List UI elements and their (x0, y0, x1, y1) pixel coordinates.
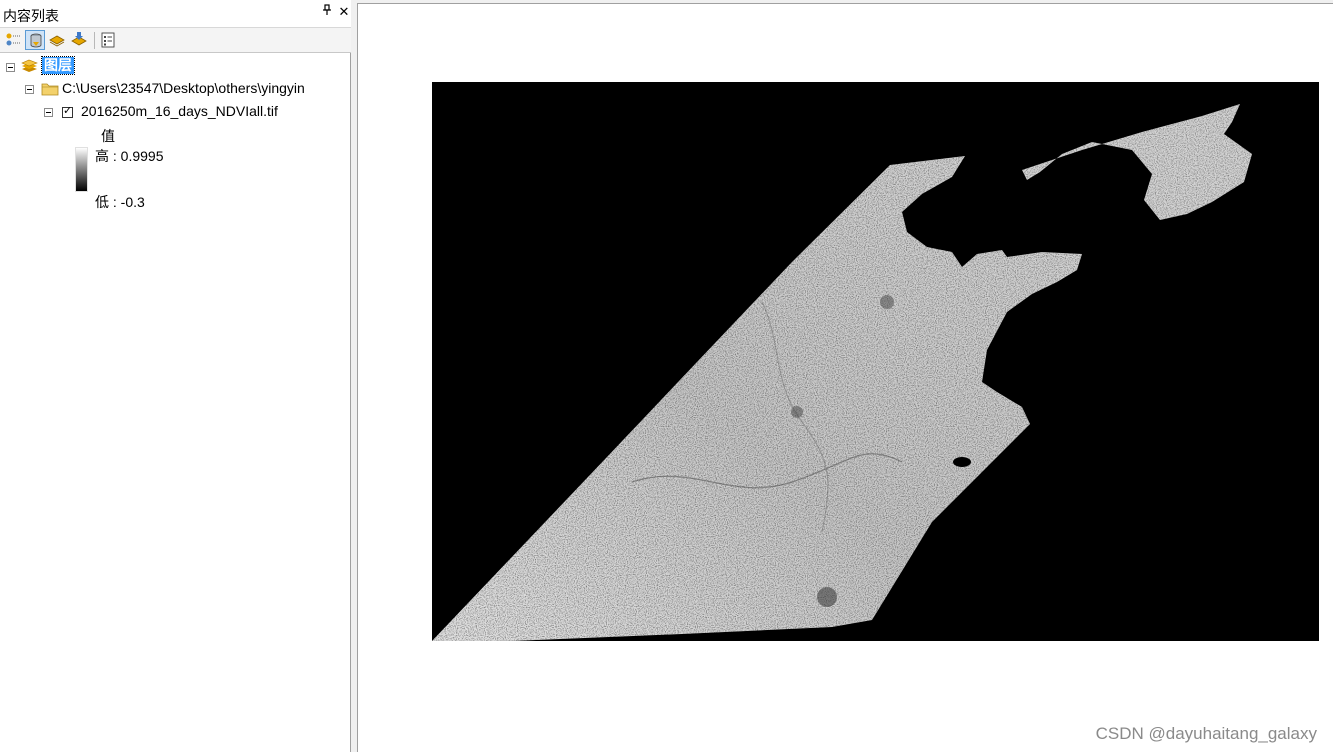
collapse-layer-toggle[interactable] (44, 108, 53, 117)
color-ramp-swatch[interactable] (75, 147, 88, 192)
lake-feature (953, 457, 971, 467)
toolbar-separator (94, 32, 95, 49)
data-frame-label[interactable]: 图层 (41, 56, 75, 75)
list-by-visibility-icon[interactable] (47, 30, 67, 50)
legend-heading: 值 (101, 128, 115, 144)
collapse-folder-toggle[interactable] (25, 85, 34, 94)
list-by-drawing-order-icon[interactable] (3, 30, 23, 50)
check-icon: ✓ (63, 105, 73, 117)
close-icon[interactable]: ✕ (337, 4, 351, 20)
legend-low-label: 低 : -0.3 (95, 194, 145, 210)
panel-title-bar[interactable]: 内容列表 ✕ (0, 0, 351, 27)
panel-title: 内容列表 (3, 8, 59, 24)
pin-icon[interactable] (320, 4, 334, 20)
layer-tree: 图层 C:\Users\23547\Desktop\others\yingyin… (0, 53, 350, 752)
watermark-text: CSDN @dayuhaitang_galaxy (1095, 724, 1317, 743)
list-by-selection-icon[interactable] (69, 30, 89, 50)
toc-toolbar (0, 27, 351, 53)
raster-layer-label[interactable]: 2016250m_16_days_NDVIall.tif (81, 103, 278, 119)
city-cluster (880, 295, 894, 309)
table-of-contents-panel: 内容列表 ✕ 图层 C:\Users\23547\Desktop\others\… (0, 0, 351, 752)
options-icon[interactable] (98, 30, 118, 50)
layers-icon (20, 57, 39, 77)
city-cluster (817, 587, 837, 607)
workspace-path-label[interactable]: C:\Users\23547\Desktop\others\yingyin (62, 80, 305, 96)
list-by-source-icon[interactable] (25, 30, 45, 50)
city-cluster (791, 406, 803, 418)
folder-icon (41, 81, 59, 99)
ndvi-raster-image (432, 82, 1319, 641)
layer-visibility-checkbox[interactable]: ✓ (62, 105, 73, 118)
map-view[interactable]: CSDN @dayuhaitang_galaxy (357, 3, 1333, 752)
collapse-layers-toggle[interactable] (6, 63, 15, 72)
legend-high-label: 高 : 0.9995 (95, 148, 164, 164)
